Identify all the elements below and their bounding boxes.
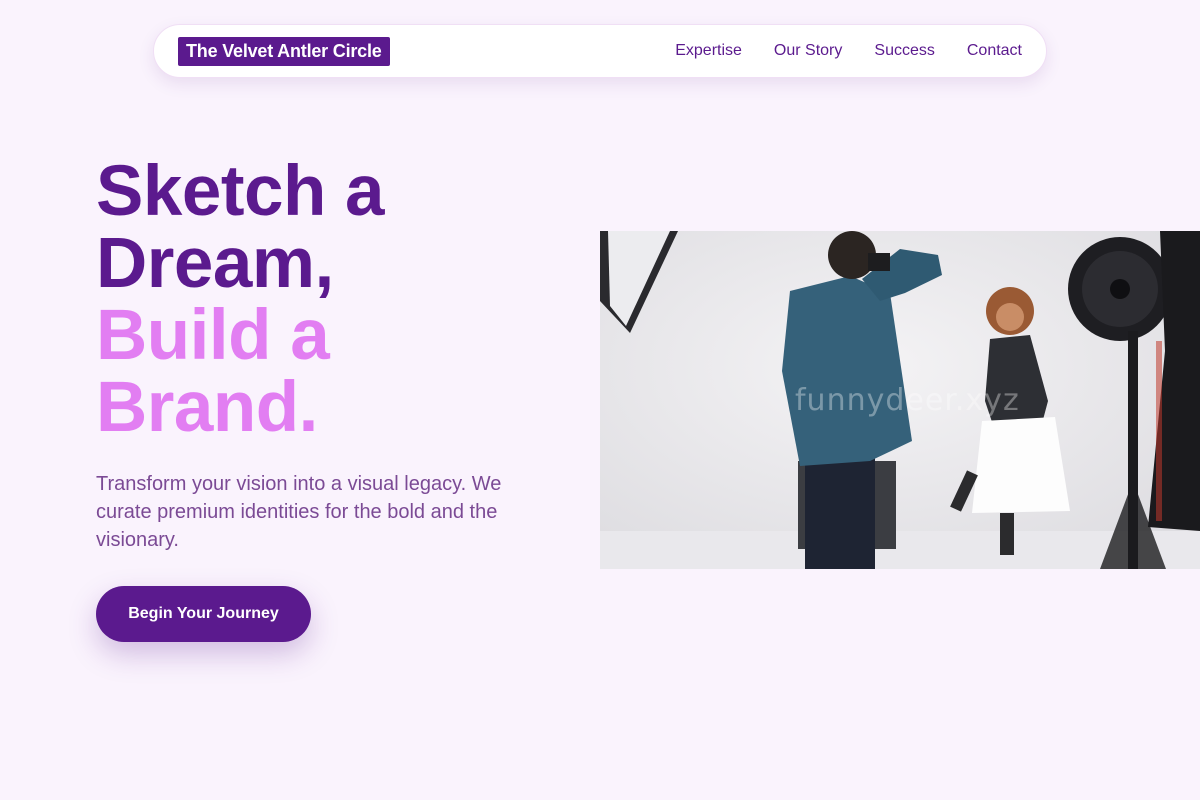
hero-title: Sketch a Dream, Build a Brand. bbox=[96, 156, 556, 444]
hero-title-line-2: Dream, bbox=[96, 224, 334, 303]
photo-studio-image: funnydeer.xyz bbox=[600, 231, 1200, 569]
image-watermark: funnydeer.xyz bbox=[795, 383, 1020, 418]
nav-links: Expertise Our Story Success Contact bbox=[675, 42, 1022, 60]
brand-logo[interactable]: The Velvet Antler Circle bbox=[178, 36, 390, 66]
hero-title-line-4: Brand. bbox=[96, 368, 318, 447]
top-nav: The Velvet Antler Circle Expertise Our S… bbox=[153, 24, 1047, 78]
hero-subtitle: Transform your vision into a visual lega… bbox=[96, 473, 502, 551]
hero-title-line-3: Build a bbox=[96, 296, 330, 375]
begin-journey-button[interactable]: Begin Your Journey bbox=[96, 586, 311, 642]
nav-link-our-story[interactable]: Our Story bbox=[774, 42, 842, 60]
nav-link-expertise[interactable]: Expertise bbox=[675, 42, 742, 60]
nav-link-contact[interactable]: Contact bbox=[967, 42, 1022, 60]
hero-title-line-1: Sketch a bbox=[96, 152, 385, 231]
nav-link-success[interactable]: Success bbox=[874, 42, 934, 60]
